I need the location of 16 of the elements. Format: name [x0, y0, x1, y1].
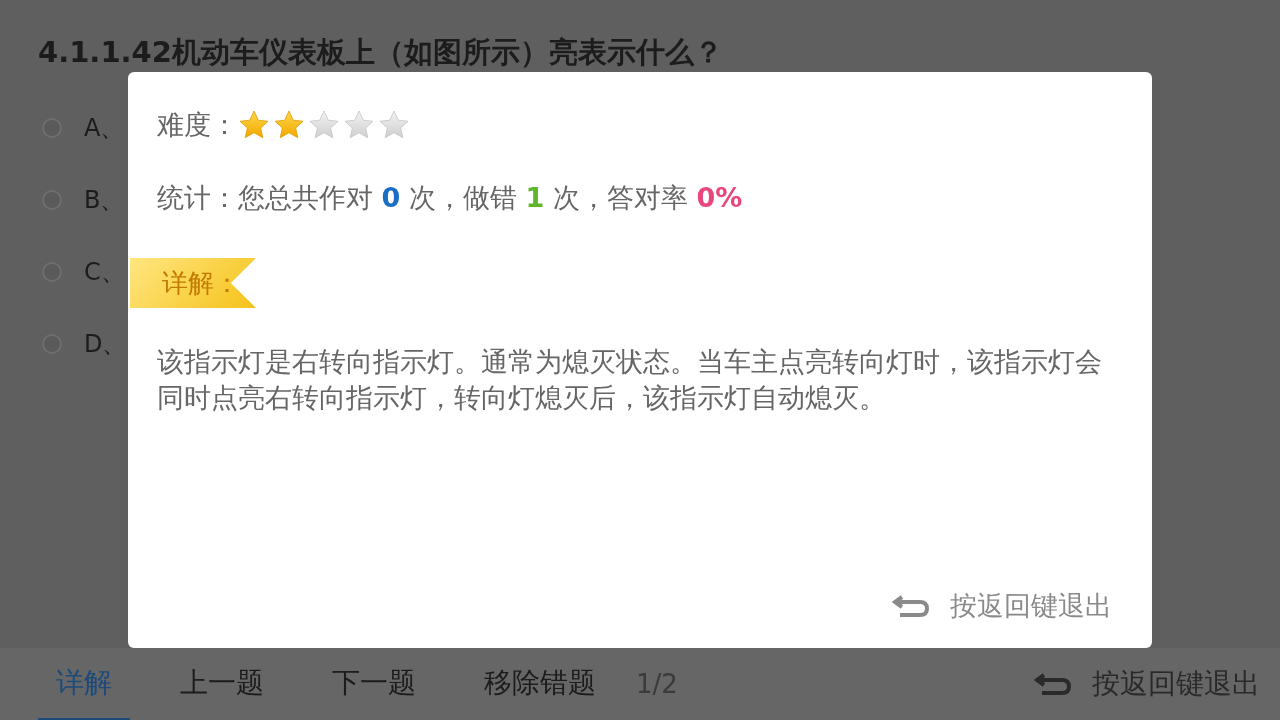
option-label: D、 — [84, 329, 127, 360]
bottom-tab[interactable]: 详解 — [38, 648, 130, 720]
difficulty-label: 难度： — [157, 108, 238, 142]
back-hint: 按返回键退出 — [1092, 666, 1260, 702]
option-label: B、 — [84, 185, 125, 216]
option-label: C、 — [84, 257, 125, 288]
detail-ribbon: 详解： — [130, 258, 256, 308]
stats-text: 统计：您总共作对 0 次，做错 1 次，答对率 0% — [156, 180, 744, 215]
bottom-tab[interactable]: 上一题 — [162, 648, 282, 720]
question-title: 4.1.1.42机动车仪表板上（如图所示）亮表示什么？ — [38, 34, 724, 70]
return-arrow-icon — [1034, 671, 1072, 697]
explanation-text: 该指示灯是右转向指示灯。通常为熄灭状态。当车主点亮转向灯时，该指示灯会同时点亮右转向指示灯，转向灯熄灭后，该指示灯自动熄灭。 — [157, 345, 1103, 415]
back-hint: 按返回键退出 — [950, 588, 1112, 623]
bottom-tab[interactable]: 移除错题 — [466, 648, 614, 720]
bottom-tab[interactable]: 下一题 — [314, 648, 434, 720]
option-label: A、 — [84, 113, 125, 144]
